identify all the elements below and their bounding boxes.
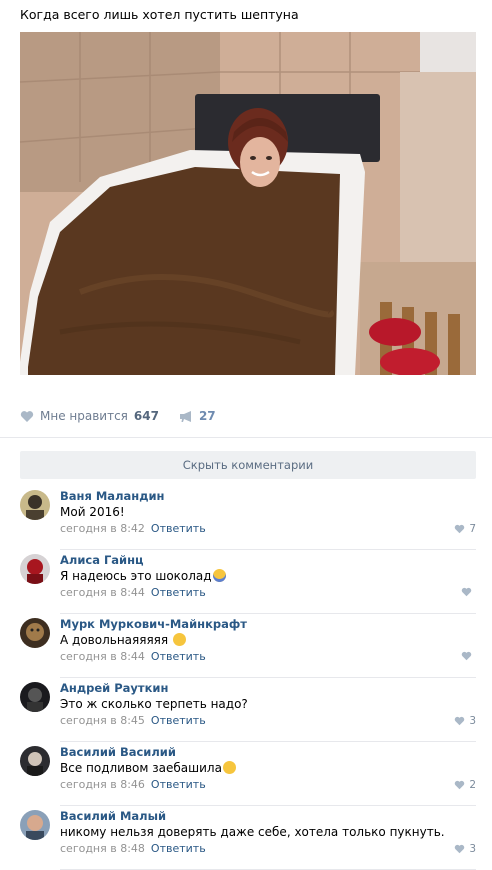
- reply-link[interactable]: Ответить: [151, 842, 206, 855]
- comment-like[interactable]: [461, 587, 476, 597]
- comment-text: Это ж сколько терпеть надо?: [60, 697, 248, 711]
- comment-author[interactable]: Андрей Рауткин: [60, 681, 168, 695]
- post-photo[interactable]: [20, 32, 476, 375]
- comment-text: А довольнаяяяяя: [60, 633, 186, 647]
- avatar[interactable]: [20, 618, 50, 648]
- comment-like-count: 2: [469, 779, 476, 791]
- bathtub-photo: [20, 32, 476, 375]
- smile-emoji-icon: [172, 633, 186, 646]
- comment-time[interactable]: сегодня в 8:42: [60, 522, 145, 535]
- reply-link[interactable]: Ответить: [151, 586, 206, 599]
- reply-link[interactable]: Ответить: [151, 714, 206, 727]
- reply-link[interactable]: Ответить: [151, 522, 206, 535]
- comment-time[interactable]: сегодня в 8:46: [60, 778, 145, 791]
- hide-comments-button[interactable]: Скрыть комментарии: [20, 451, 476, 479]
- comment-meta: сегодня в 8:45 Ответить: [60, 714, 206, 727]
- heart-icon: [455, 716, 465, 726]
- comment: Алиса Гайнц Я надеюсь это шоколад сегодн…: [20, 550, 476, 614]
- avatar[interactable]: [20, 490, 50, 520]
- comment: Мурк Муркович-Майнкрафт А довольнаяяяяя …: [20, 614, 476, 678]
- heart-icon: [461, 587, 472, 597]
- comments-list: Ваня Маландин Мой 2016! сегодня в 8:42 От…: [20, 486, 476, 870]
- comment-author[interactable]: Алиса Гайнц: [60, 553, 144, 567]
- comment-meta: сегодня в 8:42 Ответить: [60, 522, 206, 535]
- comment-like-count: 3: [469, 843, 476, 855]
- comment-text: никому нельзя доверять даже себе, хотела…: [60, 825, 445, 839]
- comment-author[interactable]: Мурк Муркович-Майнкрафт: [60, 617, 247, 631]
- comment-meta: сегодня в 8:48 Ответить: [60, 842, 206, 855]
- comment-time[interactable]: сегодня в 8:45: [60, 714, 145, 727]
- comment-time[interactable]: сегодня в 8:48: [60, 842, 145, 855]
- heart-icon: [455, 844, 465, 854]
- heart-icon: [455, 524, 465, 534]
- comment-author[interactable]: Ваня Маландин: [60, 489, 164, 503]
- comment-like[interactable]: 3: [454, 715, 476, 727]
- comment-like[interactable]: 2: [454, 779, 476, 791]
- laugh-emoji-icon: [222, 761, 236, 774]
- comment-text: Все подливом заебашила: [60, 761, 236, 775]
- comment-meta: сегодня в 8:44 Ответить: [60, 650, 206, 663]
- share-button[interactable]: 27: [179, 409, 216, 423]
- comment-author[interactable]: Василий Малый: [60, 809, 166, 823]
- comment-like-count: 3: [469, 715, 476, 727]
- reply-link[interactable]: Ответить: [151, 778, 206, 791]
- avatar[interactable]: [20, 746, 50, 776]
- comment-like[interactable]: 3: [454, 843, 476, 855]
- scream-emoji-icon: [212, 569, 226, 582]
- share-count: 27: [198, 409, 216, 423]
- comment-like[interactable]: [461, 651, 476, 661]
- heart-icon: [20, 410, 34, 422]
- comment-time[interactable]: сегодня в 8:44: [60, 650, 145, 663]
- comment-like[interactable]: 7: [454, 523, 476, 535]
- comment: Василий Василий Все подливом заебашила с…: [20, 742, 476, 806]
- comment-text: Я надеюсь это шоколад: [60, 569, 226, 583]
- like-label: Мне нравится: [40, 409, 128, 423]
- avatar[interactable]: [20, 810, 50, 840]
- comment-time[interactable]: сегодня в 8:44: [60, 586, 145, 599]
- heart-icon: [461, 651, 472, 661]
- comment-meta: сегодня в 8:44 Ответить: [60, 586, 206, 599]
- megaphone-icon: [179, 410, 191, 422]
- comment: Ваня Маландин Мой 2016! сегодня в 8:42 От…: [20, 486, 476, 550]
- comment: Василий Малый никому нельзя доверять даж…: [20, 806, 476, 870]
- like-count: 647: [133, 409, 159, 423]
- heart-icon: [455, 780, 465, 790]
- avatar[interactable]: [20, 554, 50, 584]
- comment: Андрей Рауткин Это ж сколько терпеть над…: [20, 678, 476, 742]
- reply-link[interactable]: Ответить: [151, 650, 206, 663]
- divider: [0, 437, 492, 438]
- post-actions: Мне нравится 647 27: [20, 406, 236, 426]
- comment-meta: сегодня в 8:46 Ответить: [60, 778, 206, 791]
- comment-text: Мой 2016!: [60, 505, 125, 519]
- avatar[interactable]: [20, 682, 50, 712]
- like-button[interactable]: Мне нравится 647: [20, 409, 159, 423]
- comment-author[interactable]: Василий Василий: [60, 745, 176, 759]
- post-text: Когда всего лишь хотел пустить шептуна: [20, 7, 299, 22]
- comment-like-count: 7: [469, 523, 476, 535]
